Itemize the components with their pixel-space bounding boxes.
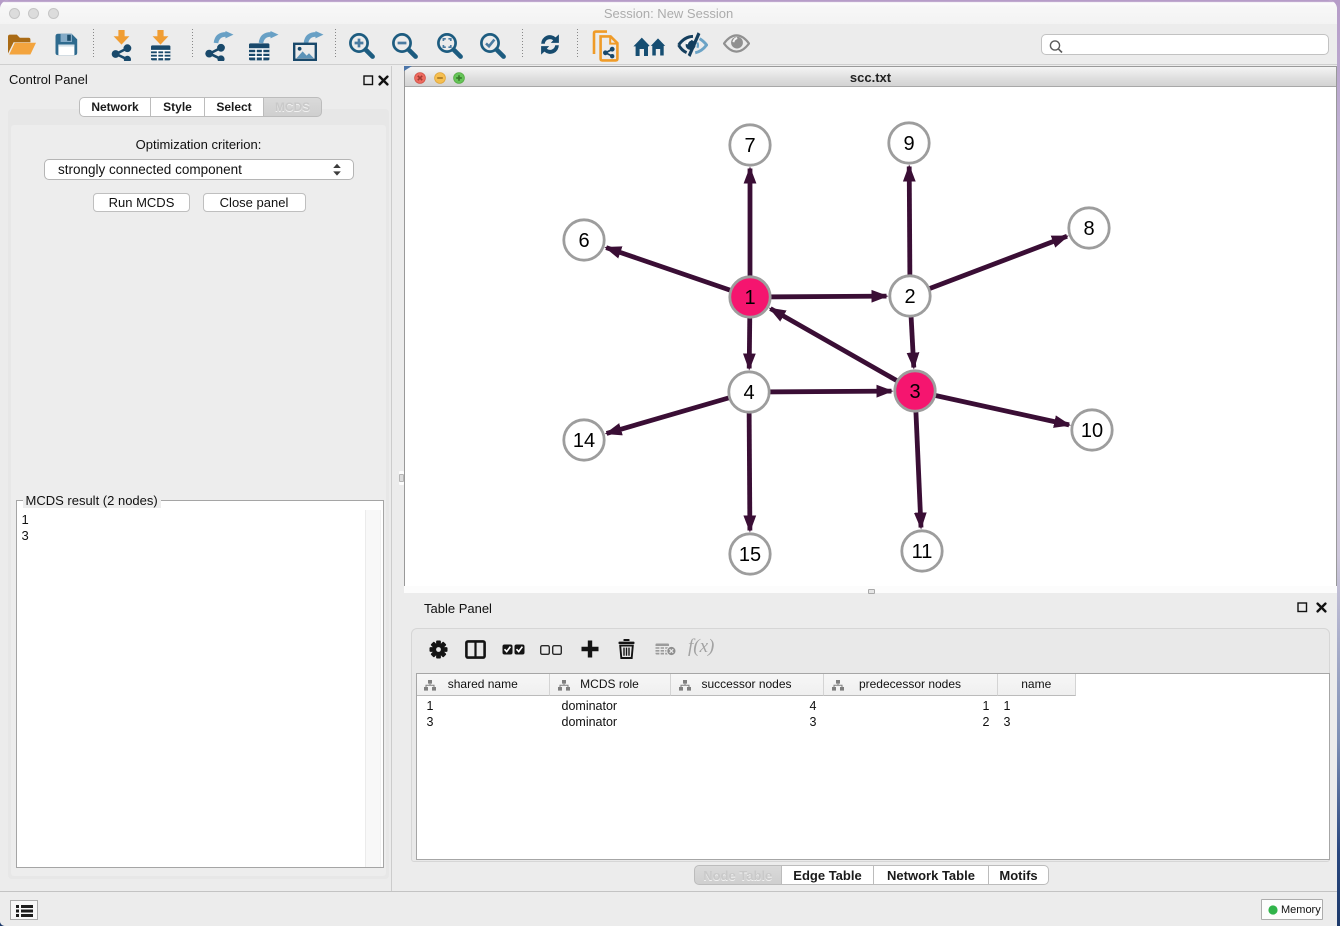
svg-text:9: 9 [903,133,914,155]
svg-text:14: 14 [573,430,595,452]
svg-text:6: 6 [578,230,589,252]
svg-text:8: 8 [1083,218,1094,240]
svg-text:15: 15 [739,544,761,566]
svg-text:11: 11 [912,541,933,563]
svg-text:4: 4 [743,382,754,404]
svg-text:10: 10 [1081,420,1103,442]
svg-text:1: 1 [744,287,755,309]
svg-text:7: 7 [744,135,755,157]
svg-text:2: 2 [904,286,915,308]
svg-text:3: 3 [909,381,920,403]
